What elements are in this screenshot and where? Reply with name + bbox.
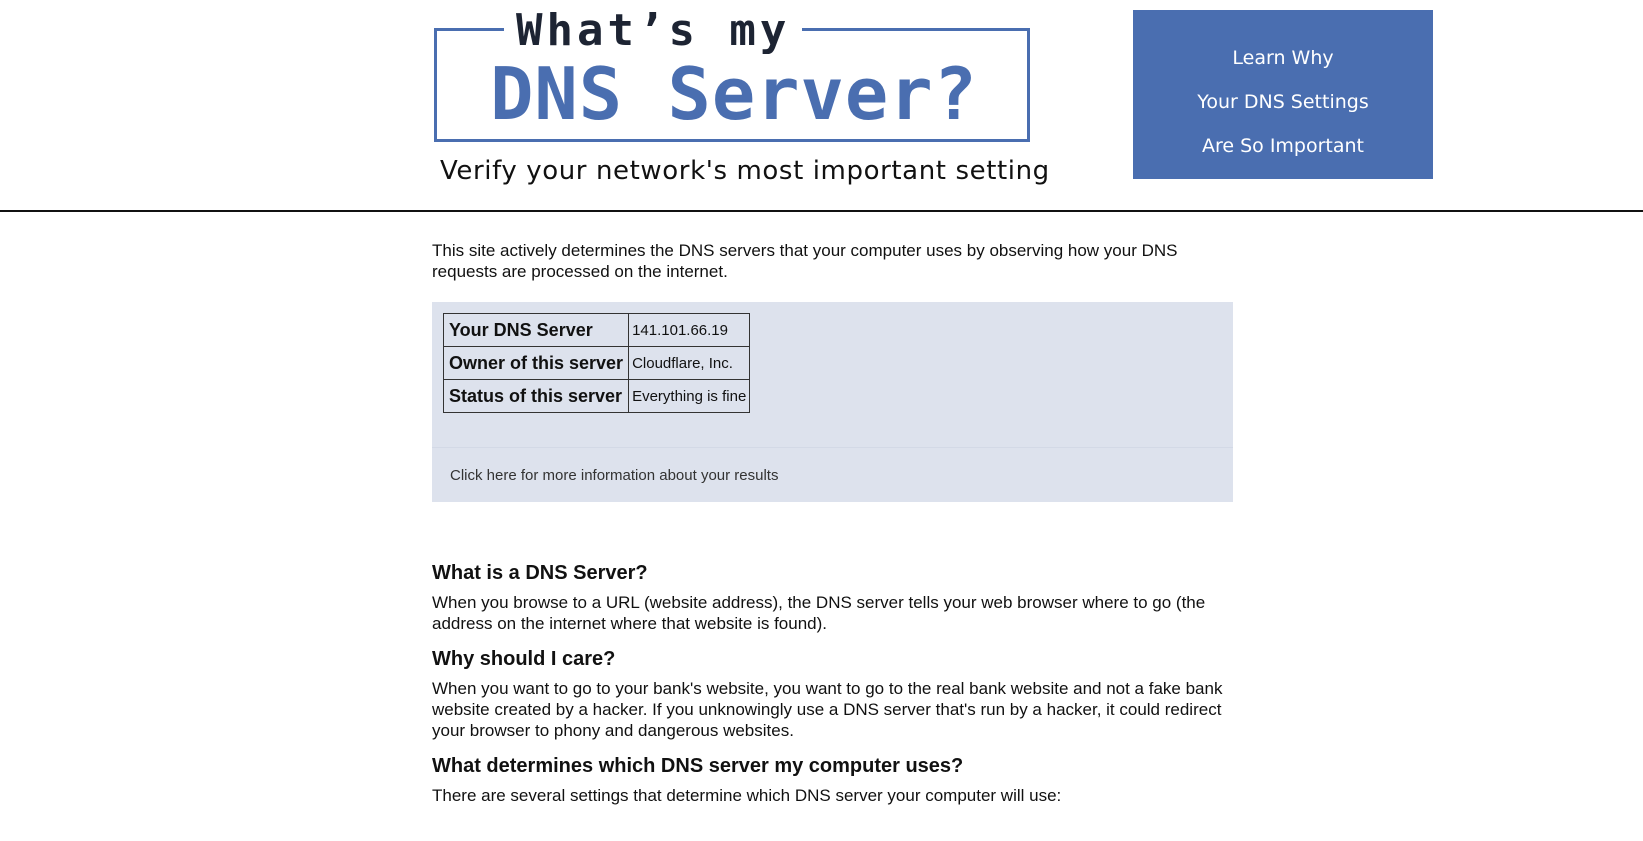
dns-results-table: Your DNS Server 141.101.66.19 Owner of t… <box>442 313 751 413</box>
faq-text: There are several settings that determin… <box>432 786 1062 805</box>
faq-text: When you want to go to your bank's websi… <box>432 679 1223 740</box>
learn-why-banner[interactable]: Learn Why Your DNS Settings Are So Impor… <box>1133 10 1433 179</box>
faq-heading: What is a DNS Server? <box>432 562 648 584</box>
table-row: Owner of this server Cloudflare, Inc. <box>442 346 751 380</box>
row-value: Everything is fine <box>628 379 751 413</box>
row-label: Your DNS Server <box>442 313 630 347</box>
learn-why-line3: Are So Important <box>1201 135 1365 157</box>
more-info-link[interactable]: Click here for more information about yo… <box>432 448 1233 502</box>
site-logo[interactable]: What’s my DNS Server? Verify your networ… <box>432 8 1049 196</box>
row-value: Cloudflare, Inc. <box>628 346 751 380</box>
logo-line2: DNS Server? <box>490 52 978 136</box>
main-content: This site actively determines the DNS se… <box>432 240 1234 818</box>
learn-why-line2: Your DNS Settings <box>1197 91 1369 113</box>
logo-line1: What’s my <box>504 8 803 54</box>
results-panel: Your DNS Server 141.101.66.19 Owner of t… <box>432 302 1233 502</box>
logo-tagline: Verify your network's most important set… <box>440 156 1050 186</box>
faq-heading: What determines which DNS server my comp… <box>432 755 964 777</box>
faq-section: What is a DNS Server? When you browse to… <box>432 560 1234 806</box>
table-row: Your DNS Server 141.101.66.19 <box>442 313 751 347</box>
faq-heading: Why should I care? <box>432 648 616 670</box>
row-value: 141.101.66.19 <box>628 313 751 347</box>
table-row: Status of this server Everything is fine <box>442 379 751 413</box>
learn-why-line1: Learn Why <box>1232 47 1334 69</box>
row-label: Owner of this server <box>442 346 630 380</box>
site-header: What’s my DNS Server? Verify your networ… <box>0 0 1643 212</box>
intro-text: This site actively determines the DNS se… <box>432 241 1178 281</box>
page: What’s my DNS Server? Verify your networ… <box>0 0 1643 841</box>
faq-text: When you browse to a URL (website addres… <box>432 593 1206 633</box>
results-table-area: Your DNS Server 141.101.66.19 Owner of t… <box>432 302 1233 447</box>
row-label: Status of this server <box>442 379 630 413</box>
